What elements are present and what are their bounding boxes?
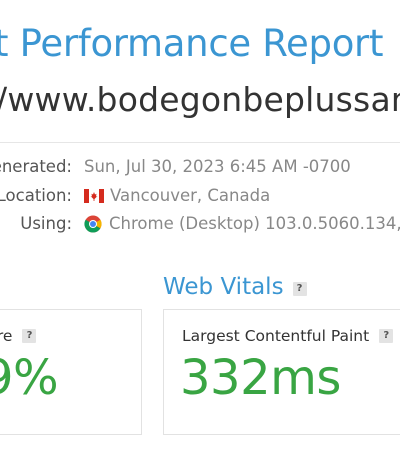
generated-value: Sun, Jul 30, 2023 6:45 AM -0700 — [84, 157, 351, 176]
generated-label: enerated: — [0, 157, 72, 176]
generated-value-text: Sun, Jul 30, 2023 6:45 AM -0700 — [84, 157, 351, 176]
divider — [0, 142, 400, 143]
web-vitals-help-icon[interactable]: ? — [292, 282, 307, 296]
report-page: t Performance Report /www.bodegonbepluss… — [0, 0, 400, 466]
lcp-help-icon[interactable]: ? — [379, 329, 394, 343]
meta-row-location: Location: Vancouver, Canada — [0, 186, 400, 210]
meta-row-using: Using: Chrome (Desktop) 103.0.5060.134, … — [0, 214, 400, 238]
location-label: Location: — [0, 186, 72, 205]
web-vitals-heading-text: Web Vitals — [163, 274, 284, 300]
location-value: Vancouver, Canada — [84, 186, 270, 205]
lcp-value: 332ms — [180, 350, 341, 406]
metric-card-value: 9% — [0, 350, 59, 406]
canada-flag-icon — [84, 188, 104, 203]
report-url[interactable]: /www.bodegonbeplussantat — [0, 80, 400, 119]
metric-help-icon[interactable]: ? — [22, 329, 37, 343]
report-title: t Performance Report — [0, 22, 384, 65]
location-value-text: Vancouver, Canada — [110, 186, 271, 205]
using-value-text: Chrome (Desktop) 103.0.5060.134, L — [109, 214, 400, 233]
meta-row-generated: enerated: Sun, Jul 30, 2023 6:45 AM -070… — [0, 157, 400, 181]
metric-card-label: ture ? — [0, 327, 37, 345]
metric-card-label-text: ture — [0, 327, 13, 345]
web-vitals-heading: Web Vitals ? — [163, 274, 307, 300]
chrome-icon — [84, 215, 102, 233]
using-label: Using: — [20, 214, 72, 233]
metric-card-lcp: Largest Contentful Paint ? 332ms — [163, 309, 400, 435]
using-value: Chrome (Desktop) 103.0.5060.134, L — [84, 214, 400, 233]
metric-card-fully-loaded: ture ? 9% — [0, 309, 142, 435]
lcp-label: Largest Contentful Paint ? — [182, 327, 394, 345]
lcp-label-text: Largest Contentful Paint — [182, 327, 370, 345]
